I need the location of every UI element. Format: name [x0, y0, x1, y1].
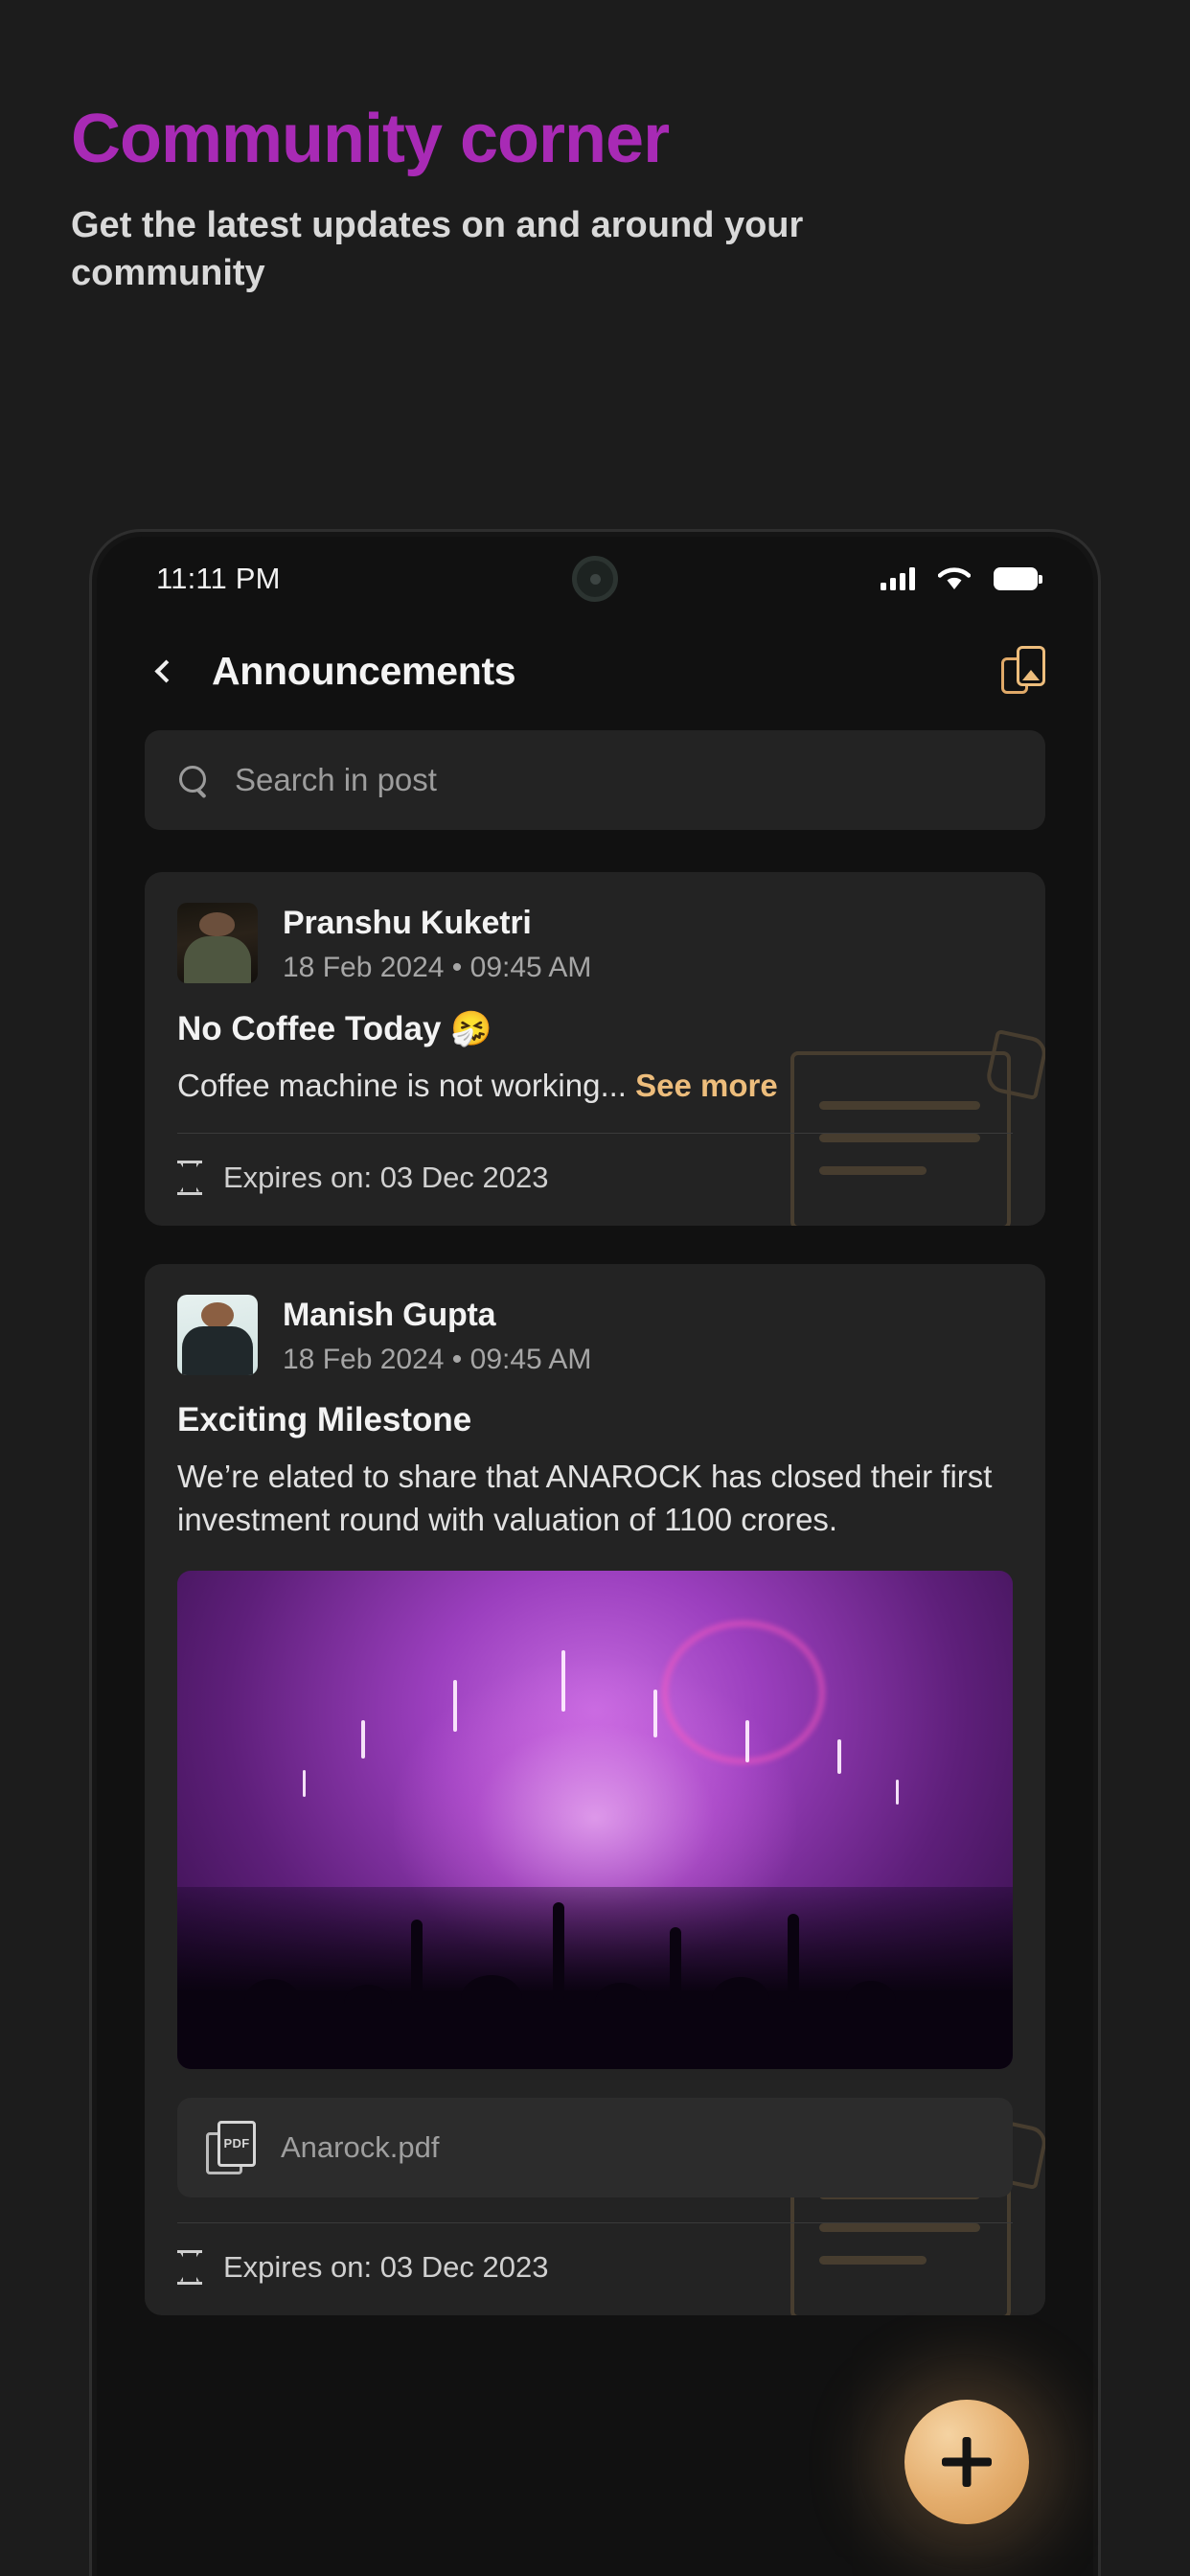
post-header: Pranshu Kuketri 18 Feb 2024 • 09:45 AM — [177, 903, 1013, 984]
avatar — [177, 1294, 258, 1375]
screen-root: Community corner Get the latest updates … — [0, 0, 1190, 2576]
post-timestamp: 18 Feb 2024 • 09:45 AM — [283, 1343, 592, 1375]
post-meta: Pranshu Kuketri 18 Feb 2024 • 09:45 AM — [283, 903, 591, 984]
post-author: Pranshu Kuketri — [283, 905, 532, 941]
add-announcement-button[interactable] — [904, 2400, 1029, 2524]
post-title: No Coffee Today 🤧 — [177, 1010, 492, 1047]
post-body-text: Coffee machine is not working... — [177, 1068, 627, 1103]
page-subtitle: Get the latest updates on and around you… — [71, 204, 804, 293]
post-expiry: Expires on: 03 Dec 2023 — [177, 2223, 1013, 2315]
back-button[interactable] — [147, 646, 185, 696]
announcement-card[interactable]: Manish Gupta 18 Feb 2024 • 09:45 AM Exci… — [145, 1263, 1045, 2315]
post-body: We’re elated to share that ANAROCK has c… — [177, 1458, 993, 1538]
plus-icon — [942, 2437, 992, 2487]
phone-mockup: 11:11 PM Announcements Search in post Pr… — [89, 529, 1101, 2576]
announcements-feed: Pranshu Kuketri 18 Feb 2024 • 09:45 AM N… — [97, 872, 1093, 2315]
back-chevron-icon — [153, 658, 178, 683]
hourglass-icon — [177, 1160, 202, 1195]
wifi-icon — [938, 567, 971, 589]
post-header: Manish Gupta 18 Feb 2024 • 09:45 AM — [177, 1294, 1013, 1376]
post-timestamp: 18 Feb 2024 • 09:45 AM — [283, 952, 592, 983]
post-image[interactable] — [177, 1570, 1013, 2069]
app-bar-title: Announcements — [212, 648, 516, 693]
front-camera-icon — [572, 556, 618, 602]
announcement-card[interactable]: Pranshu Kuketri 18 Feb 2024 • 09:45 AM N… — [145, 872, 1045, 1226]
search-icon — [179, 766, 208, 794]
see-more-link[interactable]: See more — [635, 1068, 778, 1103]
avatar — [177, 903, 258, 983]
search-placeholder: Search in post — [235, 762, 437, 797]
post-expiry: Expires on: 03 Dec 2023 — [177, 1134, 1013, 1226]
search-input[interactable]: Search in post — [145, 730, 1045, 830]
battery-icon — [994, 567, 1042, 590]
gallery-images-icon[interactable] — [1001, 646, 1045, 696]
attachment-name: Anarock.pdf — [281, 2129, 440, 2164]
post-meta: Manish Gupta 18 Feb 2024 • 09:45 AM — [283, 1295, 591, 1376]
post-title: Exciting Milestone — [177, 1400, 472, 1438]
promo-header: Community corner Get the latest updates … — [71, 101, 1125, 297]
phone-screen: 11:11 PM Announcements Search in post Pr… — [97, 537, 1093, 2576]
post-body: Coffee machine is not working... See mor… — [177, 1064, 1013, 1108]
status-bar: 11:11 PM — [97, 537, 1093, 621]
pdf-file-icon: PDF — [206, 2120, 256, 2174]
post-expiry-text: Expires on: 03 Dec 2023 — [223, 2249, 549, 2284]
page-title: Community corner — [71, 101, 670, 177]
post-author: Manish Gupta — [283, 1296, 496, 1333]
post-expiry-text: Expires on: 03 Dec 2023 — [223, 1160, 549, 1194]
app-bar: Announcements — [97, 621, 1093, 717]
status-icons — [881, 566, 1042, 591]
attachment-item[interactable]: PDF Anarock.pdf — [177, 2097, 1013, 2197]
status-time: 11:11 PM — [156, 562, 281, 595]
cellular-signal-icon — [881, 567, 915, 590]
hourglass-icon — [177, 2249, 202, 2285]
